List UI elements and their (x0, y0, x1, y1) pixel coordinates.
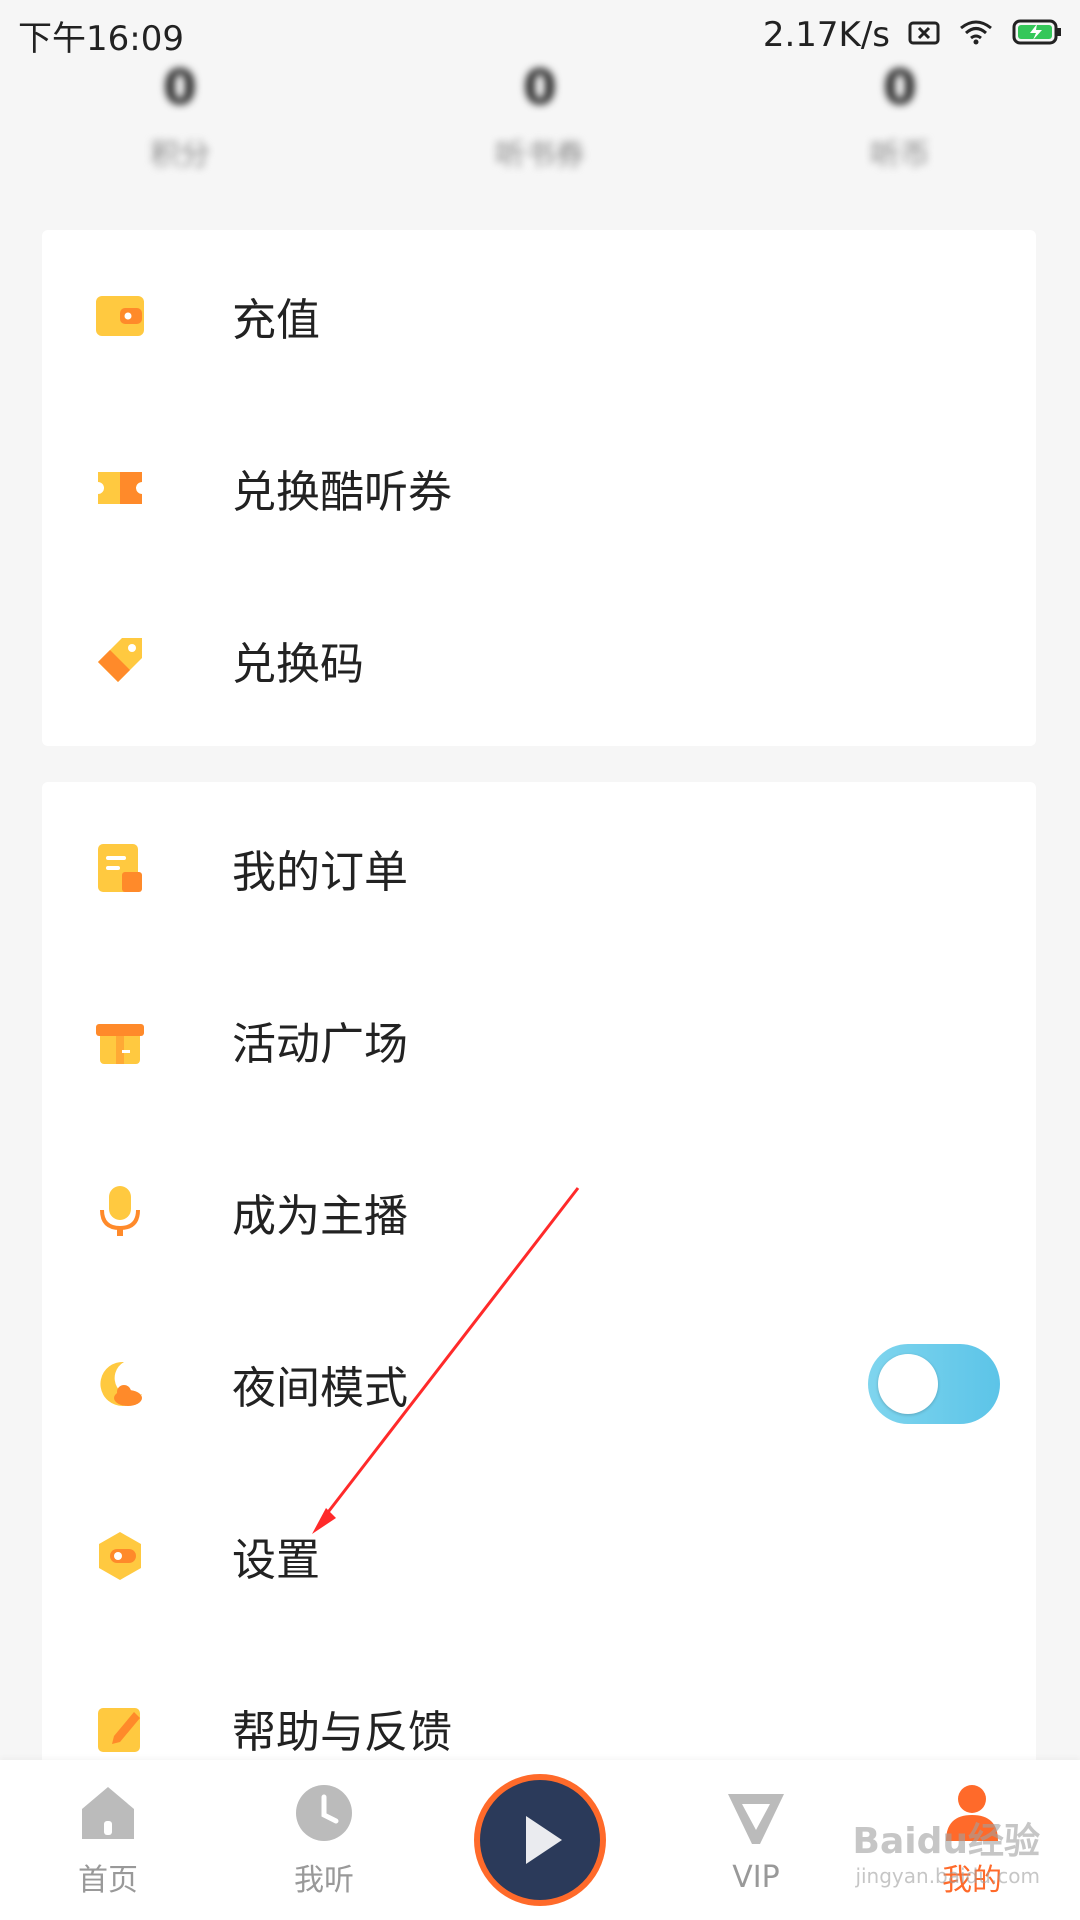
menu-item-label: 兑换码 (232, 639, 364, 690)
night-mode-toggle[interactable] (868, 1344, 1000, 1424)
status-time: 下午16:09 (18, 18, 184, 59)
network-speed: 2.17K/s (762, 15, 890, 55)
stat-label: 听币 (870, 138, 930, 173)
toggle-knob (878, 1354, 938, 1414)
stat-points[interactable]: 0 积分 (40, 60, 320, 190)
menu-card-general: 我的订单 活动广场 成为主播 夜间模式 设置 帮助与反馈 (42, 782, 1036, 1792)
nav-listen[interactable]: 我听 (224, 1781, 424, 1899)
gift-icon (94, 1014, 146, 1066)
stat-vouchers[interactable]: 0 听书券 (400, 60, 680, 190)
microphone-icon (94, 1186, 146, 1238)
battery-charging-icon (1012, 15, 1062, 55)
edit-icon (94, 1702, 146, 1754)
moon-icon (94, 1358, 146, 1410)
menu-item-label: 设置 (232, 1535, 320, 1586)
notification-x-icon (908, 15, 940, 55)
nav-home[interactable]: 首页 (8, 1781, 208, 1899)
menu-item-settings[interactable]: 设置 (42, 1470, 1036, 1642)
play-icon (526, 1816, 562, 1864)
menu-item-label: 帮助与反馈 (232, 1707, 452, 1758)
stat-coins[interactable]: 0 听币 (760, 60, 1040, 190)
stat-label: 积分 (150, 138, 210, 173)
menu-item-label: 充值 (232, 295, 320, 346)
watermark: Baidu经验 jingyan.baidu.com (853, 1812, 1040, 1888)
stat-label: 听书券 (495, 138, 585, 173)
nav-label: VIP (732, 1859, 780, 1895)
stat-value: 0 (163, 60, 197, 116)
wallet-icon (94, 290, 146, 342)
stat-value: 0 (883, 60, 917, 116)
ticket-icon (94, 462, 146, 514)
stat-value: 0 (523, 60, 557, 116)
menu-item-become-host[interactable]: 成为主播 (42, 1126, 1036, 1298)
menu-item-recharge[interactable]: 充值 (42, 230, 1036, 402)
menu-item-redeem-code[interactable]: 兑换码 (42, 574, 1036, 746)
menu-item-redeem-voucher[interactable]: 兑换酷听券 (42, 402, 1036, 574)
nav-vip[interactable]: VIP (656, 1786, 856, 1895)
clock-icon (292, 1781, 356, 1849)
status-right: 2.17K/s (763, 15, 1062, 55)
tag-icon (94, 634, 146, 686)
menu-item-label: 成为主播 (232, 1191, 408, 1242)
menu-item-label: 兑换酷听券 (232, 467, 452, 518)
menu-card-wallet: 充值 兑换酷听券 兑换码 (42, 230, 1036, 746)
menu-item-my-orders[interactable]: 我的订单 (42, 782, 1036, 954)
menu-item-label: 我的订单 (232, 847, 408, 898)
watermark-text: Baidu经验 (852, 1821, 1040, 1862)
vip-icon (724, 1786, 788, 1854)
nav-label: 首页 (78, 1863, 138, 1898)
nav-player[interactable] (440, 1774, 640, 1906)
player-disc-icon[interactable] (474, 1774, 606, 1906)
home-icon (76, 1781, 140, 1849)
menu-item-label: 活动广场 (232, 1019, 408, 1070)
menu-item-label: 夜间模式 (232, 1363, 408, 1414)
order-icon (94, 842, 146, 894)
nav-label: 我听 (294, 1863, 354, 1898)
menu-item-activity-plaza[interactable]: 活动广场 (42, 954, 1036, 1126)
user-stats: 0 积分 0 听书券 0 听币 (0, 60, 1080, 190)
settings-icon (94, 1530, 146, 1582)
watermark-sub: jingyan.baidu.com (855, 1864, 1040, 1888)
menu-item-night-mode: 夜间模式 (42, 1298, 1036, 1470)
wifi-icon (958, 15, 994, 55)
